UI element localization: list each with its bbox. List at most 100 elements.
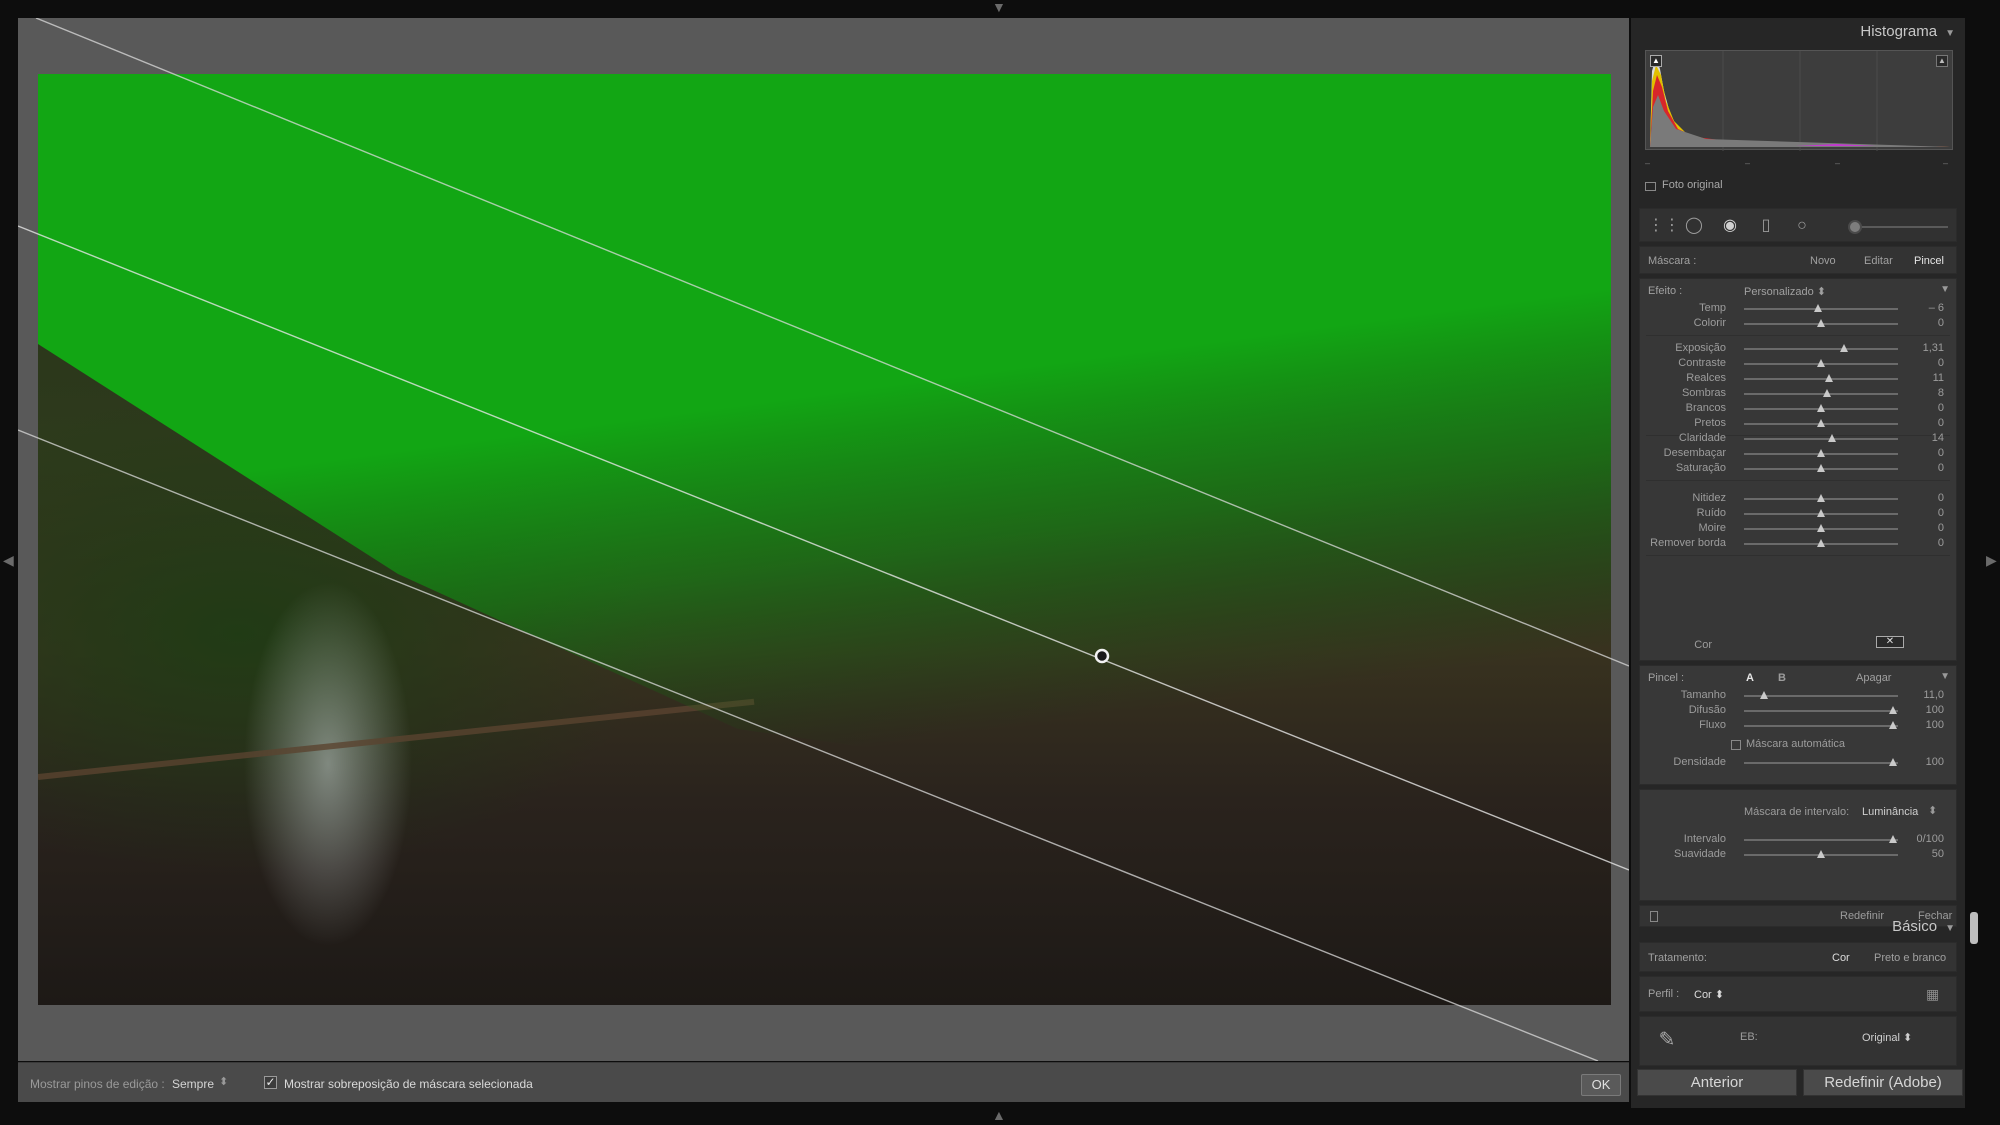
- color-swatch[interactable]: ✕: [1876, 636, 1904, 648]
- stepper-icon[interactable]: ⬍: [219, 1075, 228, 1088]
- moire-slider[interactable]: Moire 0: [1640, 521, 1956, 537]
- gradient-line-bottom[interactable]: [18, 429, 1599, 1061]
- reset-adobe-button[interactable]: Redefinir (Adobe): [1803, 1069, 1963, 1096]
- temp-slider[interactable]: Temp – 6: [1640, 301, 1956, 317]
- nitidez-value[interactable]: 0: [1938, 492, 1944, 504]
- remover-borda-slider[interactable]: Remover borda 0: [1640, 536, 1956, 552]
- densidade-value[interactable]: 100: [1926, 756, 1944, 768]
- saturacao-slider[interactable]: Saturação 0: [1640, 461, 1956, 477]
- bottom-panel-toggle-icon[interactable]: ▲: [992, 1108, 1006, 1122]
- right-panel-toggle-icon[interactable]: ▶: [1986, 553, 1997, 567]
- realces-knob[interactable]: [1825, 374, 1834, 382]
- contraste-value[interactable]: 0: [1938, 357, 1944, 369]
- nitidez-slider[interactable]: Nitidez 0: [1640, 491, 1956, 507]
- tamanho-value[interactable]: 11,0: [1923, 689, 1944, 701]
- brush-a-button[interactable]: A: [1746, 672, 1754, 684]
- densidade-track[interactable]: [1744, 762, 1898, 764]
- brancos-value[interactable]: 0: [1938, 402, 1944, 414]
- intervalo-knob[interactable]: [1889, 835, 1898, 843]
- temp-knob[interactable]: [1813, 304, 1822, 312]
- difusao-value[interactable]: 100: [1926, 704, 1944, 716]
- treatment-bw-button[interactable]: Preto e branco: [1874, 952, 1946, 964]
- exposicao-slider[interactable]: Exposição 1,31: [1640, 341, 1956, 357]
- original-photo-checkbox[interactable]: [1645, 182, 1656, 191]
- effect-preset-select[interactable]: Personalizado ⬍: [1744, 285, 1826, 298]
- suavidade-knob[interactable]: [1817, 850, 1825, 858]
- pretos-slider[interactable]: Pretos 0: [1640, 416, 1956, 432]
- shadow-clipping-icon[interactable]: ▲: [1650, 55, 1662, 67]
- exposicao-value[interactable]: 1,31: [1923, 342, 1944, 354]
- mask-brush-button[interactable]: Pincel: [1914, 255, 1944, 267]
- colorir-knob[interactable]: [1817, 319, 1825, 327]
- histogram-header[interactable]: Histograma ▼: [1860, 23, 1955, 40]
- claridade-slider[interactable]: Claridade 14: [1640, 431, 1956, 447]
- edit-pins-select[interactable]: Sempre: [172, 1077, 214, 1091]
- claridade-knob[interactable]: [1827, 434, 1836, 442]
- grid-icon[interactable]: ▦: [1926, 985, 1946, 1003]
- panel-scrollbar[interactable]: [1970, 912, 1978, 944]
- mask-edit-button[interactable]: Editar: [1864, 255, 1893, 267]
- remover-borda-knob[interactable]: [1817, 539, 1825, 547]
- eyedropper-icon[interactable]: ✎: [1652, 1025, 1682, 1055]
- claridade-value[interactable]: 14: [1932, 432, 1944, 444]
- intervalo-value[interactable]: 0/100: [1916, 833, 1944, 845]
- fluxo-knob[interactable]: [1889, 721, 1898, 729]
- contraste-slider[interactable]: Contraste 0: [1640, 356, 1956, 372]
- show-mask-overlay-checkbox[interactable]: ✓: [264, 1076, 277, 1089]
- amount-slider-track[interactable]: [1852, 226, 1948, 228]
- ruido-slider[interactable]: Ruído 0: [1640, 506, 1956, 522]
- tamanho-knob[interactable]: [1760, 691, 1769, 699]
- edit-pin-icon[interactable]: [1094, 648, 1110, 664]
- saturacao-value[interactable]: 0: [1938, 462, 1944, 474]
- colorir-value[interactable]: 0: [1938, 317, 1944, 329]
- collapse-triangle-icon[interactable]: ▼: [1945, 923, 1955, 934]
- desembacar-slider[interactable]: Desembaçar 0: [1640, 446, 1956, 462]
- desembacar-value[interactable]: 0: [1938, 447, 1944, 459]
- highlight-clipping-icon[interactable]: ▲: [1936, 55, 1948, 67]
- densidade-knob[interactable]: [1889, 758, 1898, 766]
- fluxo-slider[interactable]: Fluxo 100: [1640, 718, 1956, 734]
- collapse-triangle-icon[interactable]: ▼: [1945, 28, 1955, 39]
- difusao-track[interactable]: [1744, 710, 1898, 712]
- fluxo-value[interactable]: 100: [1926, 719, 1944, 731]
- temp-value[interactable]: – 6: [1929, 302, 1944, 314]
- reset-mask-button[interactable]: Redefinir: [1840, 910, 1884, 922]
- profile-select[interactable]: Cor ⬍: [1694, 988, 1724, 1001]
- brancos-slider[interactable]: Brancos 0: [1640, 401, 1956, 417]
- realces-slider[interactable]: Realces 11: [1640, 371, 1956, 387]
- pretos-value[interactable]: 0: [1938, 417, 1944, 429]
- ruido-knob[interactable]: [1817, 509, 1825, 517]
- realces-track[interactable]: [1744, 378, 1898, 380]
- contraste-knob[interactable]: [1817, 359, 1825, 367]
- graduated-filter-icon[interactable]: ⋮⋮: [1648, 217, 1680, 235]
- fluxo-track[interactable]: [1744, 725, 1898, 727]
- treatment-color-button[interactable]: Cor: [1832, 952, 1850, 964]
- difusao-slider[interactable]: Difusão 100: [1640, 703, 1956, 719]
- colorir-slider[interactable]: Colorir 0: [1640, 316, 1956, 332]
- pretos-knob[interactable]: [1817, 419, 1825, 427]
- spot-removal-icon[interactable]: ○: [1792, 217, 1812, 235]
- original-photo-label[interactable]: Foto original: [1662, 179, 1723, 191]
- auto-mask-checkbox[interactable]: [1731, 740, 1741, 750]
- stepper-icon[interactable]: ⬍: [1928, 804, 1937, 817]
- sombras-value[interactable]: 8: [1938, 387, 1944, 399]
- adjustment-brush-icon[interactable]: ◉: [1720, 217, 1740, 235]
- gradient-guides[interactable]: [18, 18, 1629, 1061]
- image-canvas[interactable]: [18, 18, 1629, 1061]
- desembacar-knob[interactable]: [1817, 449, 1825, 457]
- sombras-track[interactable]: [1744, 393, 1898, 395]
- brush-menu-icon[interactable]: ▼: [1940, 671, 1950, 682]
- left-panel-toggle-icon[interactable]: ◀: [3, 553, 14, 567]
- claridade-track[interactable]: [1744, 438, 1898, 440]
- brush-erase-button[interactable]: Apagar: [1856, 672, 1891, 684]
- crop-icon[interactable]: ▯: [1756, 217, 1776, 235]
- ruido-value[interactable]: 0: [1938, 507, 1944, 519]
- toggle-switch-icon[interactable]: [1650, 911, 1658, 922]
- brush-b-button[interactable]: B: [1778, 672, 1786, 684]
- moire-value[interactable]: 0: [1938, 522, 1944, 534]
- tamanho-slider[interactable]: Tamanho 11,0: [1640, 688, 1956, 704]
- brancos-knob[interactable]: [1817, 404, 1825, 412]
- amount-slider-knob[interactable]: [1848, 220, 1862, 234]
- moire-knob[interactable]: [1817, 524, 1825, 532]
- difusao-knob[interactable]: [1889, 706, 1898, 714]
